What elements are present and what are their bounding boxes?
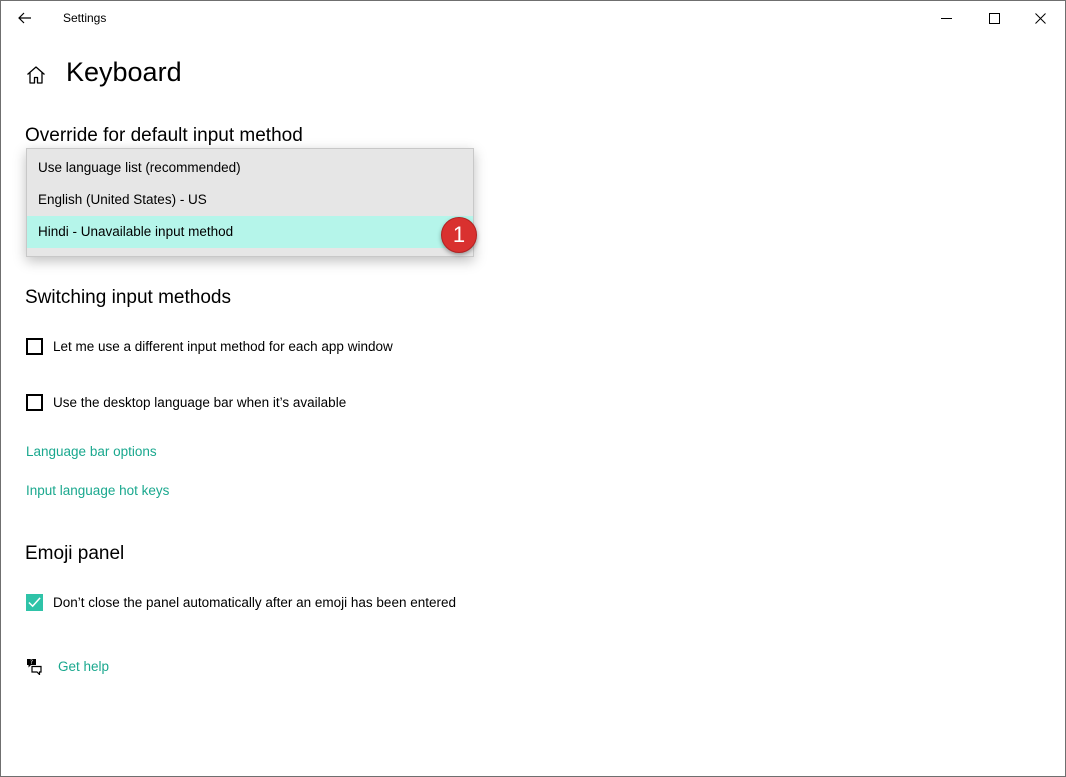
get-help-link[interactable]: Get help xyxy=(58,659,109,674)
back-arrow-icon xyxy=(18,12,31,24)
dropdown-option-english-us[interactable]: English (United States) - US xyxy=(27,184,473,216)
language-bar-label: Use the desktop language bar when it’s a… xyxy=(53,394,347,410)
help-chat-icon: ? xyxy=(27,659,42,675)
minimize-button[interactable] xyxy=(923,1,969,35)
minimize-icon xyxy=(940,17,952,19)
close-icon xyxy=(1034,12,1046,24)
maximize-button[interactable] xyxy=(971,1,1017,35)
dropdown-option-hindi[interactable]: Hindi - Unavailable input method xyxy=(27,216,473,248)
get-help-row[interactable]: ? Get help xyxy=(25,657,109,675)
page-title: Keyboard xyxy=(66,57,182,87)
per-app-input-label: Let me use a different input method for … xyxy=(53,338,393,354)
emoji-keep-open-checkbox-row[interactable]: Don’t close the panel automatically afte… xyxy=(26,592,456,612)
switching-section-title: Switching input methods xyxy=(25,287,231,308)
language-bar-checkbox[interactable] xyxy=(26,393,43,411)
settings-window: Settings Keyboard Override for default i… xyxy=(0,0,1066,777)
step-number-badge: 1 xyxy=(441,217,477,253)
app-title: Settings xyxy=(63,11,107,25)
title-bar: Settings xyxy=(1,1,1065,35)
svg-text:?: ? xyxy=(30,659,33,666)
home-icon[interactable] xyxy=(25,64,47,86)
language-bar-options-link[interactable]: Language bar options xyxy=(26,444,157,459)
maximize-icon xyxy=(988,12,1000,24)
back-button[interactable] xyxy=(9,3,41,33)
input-method-dropdown-list[interactable]: Use language list (recommended) English … xyxy=(26,148,474,257)
emoji-keep-open-checkbox[interactable] xyxy=(26,593,43,611)
emoji-section-title: Emoji panel xyxy=(25,543,125,564)
input-language-hot-keys-link[interactable]: Input language hot keys xyxy=(26,483,169,498)
close-button[interactable] xyxy=(1017,1,1063,35)
emoji-keep-open-label: Don’t close the panel automatically afte… xyxy=(53,594,456,610)
checkmark-icon xyxy=(28,597,41,608)
per-app-input-checkbox[interactable] xyxy=(26,337,43,355)
language-bar-checkbox-row[interactable]: Use the desktop language bar when it’s a… xyxy=(26,392,346,412)
per-app-input-checkbox-row[interactable]: Let me use a different input method for … xyxy=(26,336,393,356)
override-section-title: Override for default input method xyxy=(25,125,303,146)
dropdown-option-language-list[interactable]: Use language list (recommended) xyxy=(27,152,473,184)
